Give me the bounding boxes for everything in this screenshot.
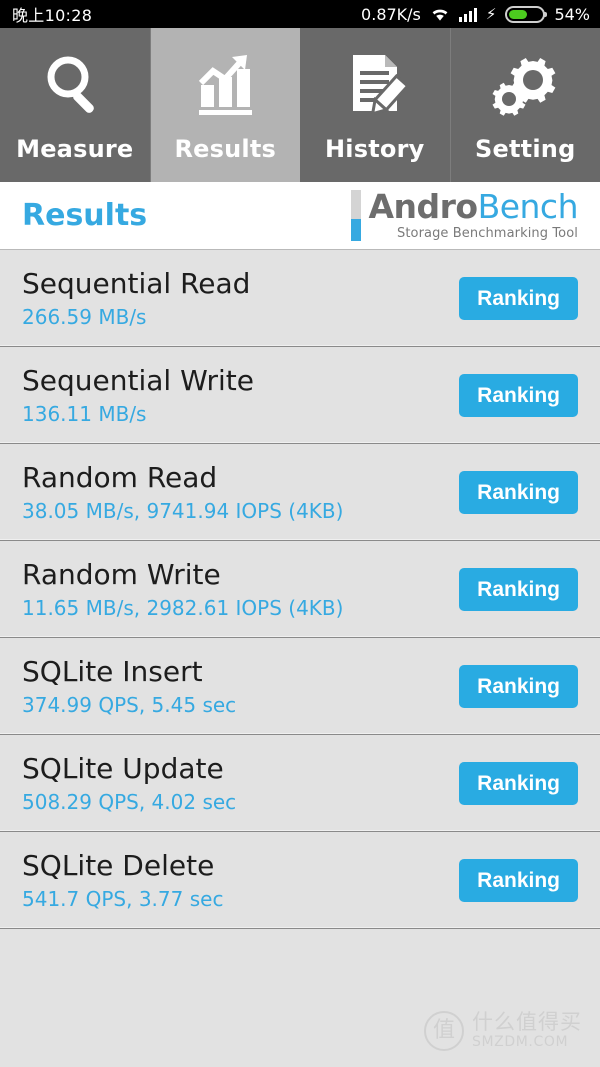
battery-percent-label: 54% (554, 4, 590, 24)
ranking-button[interactable]: Ranking (459, 373, 578, 417)
tab-measure[interactable]: Measure (0, 28, 151, 182)
result-row: Random Read 38.05 MB/s, 9741.94 IOPS (4KB… (0, 444, 600, 541)
result-title: Sequential Read (22, 267, 251, 301)
battery-icon (505, 5, 548, 23)
document-pencil-icon (339, 47, 411, 121)
result-title: SQLite Insert (22, 655, 203, 689)
result-title: SQLite Update (22, 752, 224, 786)
tab-results-label: Results (174, 135, 276, 163)
result-row-texts: SQLite Delete 541.7 QPS, 3.77 sec (22, 849, 224, 911)
result-value: 11.65 MB/s, 2982.61 IOPS (4KB) (22, 595, 344, 620)
result-row: SQLite Delete 541.7 QPS, 3.77 sec Ranking (0, 832, 600, 929)
ranking-button[interactable]: Ranking (459, 470, 578, 514)
result-row-texts: SQLite Insert 374.99 QPS, 5.45 sec (22, 655, 237, 717)
result-title: SQLite Delete (22, 849, 215, 883)
wifi-icon (430, 6, 450, 22)
result-row: SQLite Update 508.29 QPS, 4.02 sec Ranking (0, 735, 600, 832)
tab-measure-label: Measure (16, 135, 134, 163)
smzdm-logo-icon: 值 (424, 1011, 464, 1051)
result-row-texts: Sequential Write 136.11 MB/s (22, 364, 255, 426)
page-header: Results AndroBench Storage Benchmarking … (0, 182, 600, 250)
result-row: SQLite Insert 374.99 QPS, 5.45 sec Ranking (0, 638, 600, 735)
logo-andro: Andro (368, 187, 478, 226)
result-title: Random Read (22, 461, 218, 495)
logo-wordmark: AndroBench (368, 190, 578, 223)
result-row: Sequential Read 266.59 MB/s Ranking (0, 250, 600, 347)
ranking-button[interactable]: Ranking (459, 761, 578, 805)
result-row: Random Write 11.65 MB/s, 2982.61 IOPS (4K… (0, 541, 600, 638)
main-tab-bar: Measure Results History Setting (0, 28, 600, 182)
result-value: 136.11 MB/s (22, 401, 147, 426)
network-speed-label: 0.87K/s (361, 4, 421, 24)
status-bar: 晚上10:28 0.87K/s ⚡ 54% (0, 0, 600, 28)
result-value: 541.7 QPS, 3.77 sec (22, 886, 224, 911)
androbench-app: 晚上10:28 0.87K/s ⚡ 54% Measure Results Hi… (0, 0, 600, 1067)
watermark-cn-text: 什么值得买 (472, 1010, 582, 1035)
tab-results[interactable]: Results (150, 28, 300, 182)
results-list: Sequential Read 266.59 MB/s Ranking Sequent… (0, 250, 600, 929)
result-row-texts: Random Read 38.05 MB/s, 9741.94 IOPS (4KB… (22, 461, 344, 523)
ranking-button[interactable]: Ranking (459, 567, 578, 611)
androbench-logo: AndroBench Storage Benchmarking Tool (351, 190, 588, 241)
logo-text: AndroBench Storage Benchmarking Tool (368, 190, 578, 241)
result-value: 374.99 QPS, 5.45 sec (22, 692, 237, 717)
tab-setting-label: Setting (475, 135, 576, 163)
logo-tagline: Storage Benchmarking Tool (396, 226, 578, 241)
result-row-texts: SQLite Update 508.29 QPS, 4.02 sec (22, 752, 237, 814)
ranking-button[interactable]: Ranking (459, 664, 578, 708)
tab-history[interactable]: History (300, 28, 451, 182)
logo-bar-mark (351, 190, 362, 241)
result-row-texts: Random Write 11.65 MB/s, 2982.61 IOPS (4K… (22, 558, 344, 620)
result-value: 508.29 QPS, 4.02 sec (22, 789, 237, 814)
status-bar-indicators: 0.87K/s ⚡ 54% (361, 5, 590, 24)
bar-chart-icon (189, 47, 261, 121)
ranking-button[interactable]: Ranking (459, 858, 578, 902)
ranking-button[interactable]: Ranking (459, 276, 578, 320)
result-title: Random Write (22, 558, 221, 592)
smzdm-watermark: 值 什么值得买 SMZDM.COM (424, 1010, 582, 1051)
tab-setting[interactable]: Setting (450, 28, 600, 182)
tab-history-label: History (325, 135, 425, 163)
lightning-bolt-icon: ⚡ (485, 4, 497, 23)
watermark-texts: 什么值得买 SMZDM.COM (472, 1010, 582, 1051)
result-title: Sequential Write (22, 364, 255, 398)
magnifier-icon (39, 47, 111, 121)
result-row-texts: Sequential Read 266.59 MB/s (22, 267, 251, 329)
logo-bench: Bench (477, 187, 579, 226)
result-row: Sequential Write 136.11 MB/s Ranking (0, 347, 600, 444)
gears-icon (489, 47, 561, 121)
result-value: 38.05 MB/s, 9741.94 IOPS (4KB) (22, 498, 344, 523)
result-value: 266.59 MB/s (22, 304, 147, 329)
status-bar-clock: 晚上10:28 (12, 6, 93, 25)
cellular-signal-icon (458, 7, 477, 22)
page-title: Results (22, 198, 148, 233)
watermark-en-text: SMZDM.COM (472, 1034, 569, 1051)
